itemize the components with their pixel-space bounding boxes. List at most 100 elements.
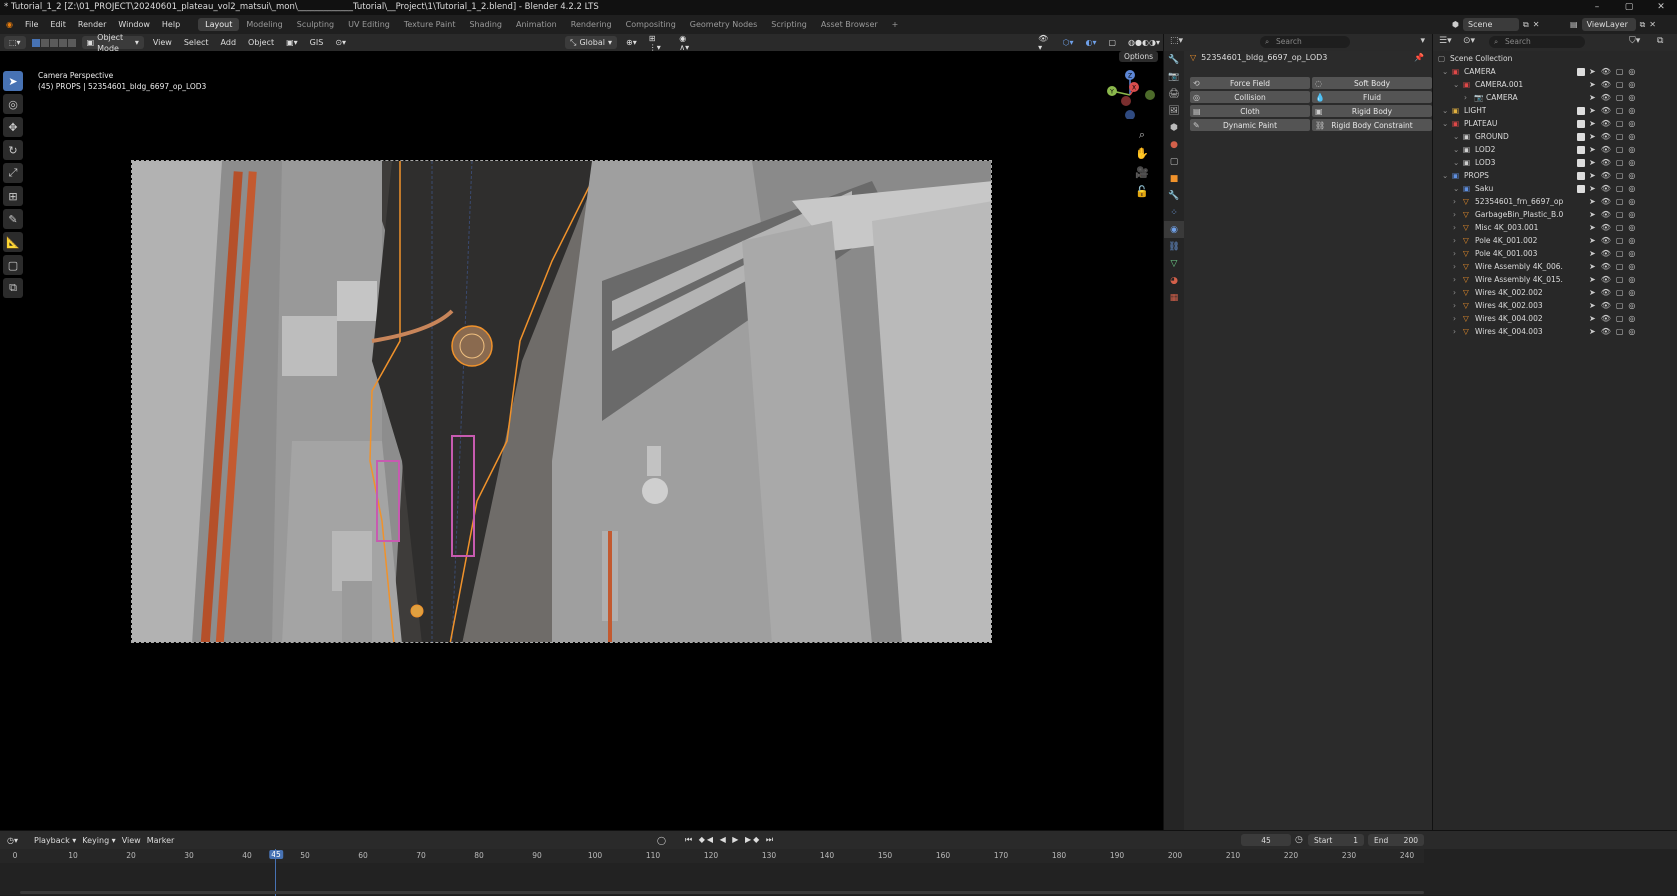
editor-type-icon[interactable]: ⬚▾: [4, 36, 26, 49]
exclude-checkbox[interactable]: [1577, 184, 1585, 193]
orientation-dropdown[interactable]: ⤡ Global ▾: [565, 36, 617, 49]
start-frame-field[interactable]: Start 1: [1308, 834, 1364, 846]
expand-arrow-icon[interactable]: ⌄: [1453, 184, 1459, 193]
visibility-toggles-icon[interactable]: ➤👁▢◎: [1589, 80, 1640, 89]
outliner-row[interactable]: › ▽ Wires 4K_004.002 ➤👁▢◎: [1433, 312, 1677, 325]
force-field-button[interactable]: ⟲ Force Field: [1190, 77, 1310, 89]
chevron-down-icon[interactable]: ▾: [1420, 36, 1425, 46]
scale-tool-icon[interactable]: ⤢: [3, 163, 23, 183]
tab-rendering[interactable]: Rendering: [564, 18, 619, 31]
tab-asset-browser[interactable]: Asset Browser: [814, 18, 885, 31]
tab-sculpting[interactable]: Sculpting: [290, 18, 341, 31]
zoom-icon[interactable]: ⌕: [1135, 128, 1149, 142]
maximize-button[interactable]: ▢: [1613, 0, 1645, 15]
expand-arrow-icon[interactable]: ›: [1453, 210, 1456, 219]
visibility-toggles-icon[interactable]: ➤👁▢◎: [1589, 262, 1640, 271]
outliner-row[interactable]: ⌄ ▣ LIGHT ➤👁▢◎: [1433, 104, 1677, 117]
exclude-checkbox[interactable]: [1577, 158, 1585, 167]
visibility-toggles-icon[interactable]: ➤👁▢◎: [1589, 158, 1640, 167]
transform-tool-icon[interactable]: ⊞: [3, 186, 23, 206]
tab-scripting[interactable]: Scripting: [764, 18, 814, 31]
display-mode-icon[interactable]: ⊙▾: [1463, 36, 1475, 46]
menu-view[interactable]: View: [150, 38, 175, 47]
expand-arrow-icon[interactable]: ⌄: [1442, 119, 1448, 128]
end-frame-field[interactable]: End 200: [1368, 834, 1424, 846]
outliner-row[interactable]: › 📷 CAMERA ➤👁▢◎: [1433, 91, 1677, 104]
expand-arrow-icon[interactable]: ›: [1453, 327, 1456, 336]
expand-arrow-icon[interactable]: ›: [1453, 223, 1456, 232]
outliner-row[interactable]: ⌄ ▣ Saku ➤👁▢◎: [1433, 182, 1677, 195]
render-tab-icon[interactable]: 📷: [1164, 68, 1184, 85]
particles-tab-icon[interactable]: ⁘: [1164, 204, 1184, 221]
visibility-toggles-icon[interactable]: ➤👁▢◎: [1589, 314, 1640, 323]
expand-arrow-icon[interactable]: ⌄: [1442, 171, 1448, 180]
visibility-toggles-icon[interactable]: ➤👁▢◎: [1589, 275, 1640, 284]
menu-add[interactable]: Add: [218, 38, 240, 47]
exclude-checkbox[interactable]: [1577, 145, 1585, 154]
outliner-search[interactable]: ⌕ Search: [1489, 36, 1585, 48]
timeline-scrollbar[interactable]: [20, 891, 1424, 894]
scene-field[interactable]: Scene: [1462, 18, 1519, 31]
scene-tab-icon[interactable]: ⬢: [1164, 119, 1184, 136]
fluid-button[interactable]: 💧 Fluid: [1312, 91, 1432, 103]
output-tab-icon[interactable]: 🖨: [1164, 85, 1184, 102]
editor-type-icon[interactable]: ◷▾: [4, 836, 21, 845]
options-button[interactable]: Options: [1119, 51, 1158, 62]
outliner-row[interactable]: › ▽ Wires 4K_002.002 ➤👁▢◎: [1433, 286, 1677, 299]
expand-arrow-icon[interactable]: ›: [1453, 249, 1456, 258]
expand-arrow-icon[interactable]: ›: [1453, 275, 1456, 284]
visibility-toggles-icon[interactable]: ➤👁▢◎: [1589, 249, 1640, 258]
menu-render[interactable]: Render: [72, 20, 112, 29]
delete-scene-icon[interactable]: ✕: [1533, 20, 1540, 29]
select-tool-icon[interactable]: ➤: [3, 71, 23, 91]
texture-tab-icon[interactable]: ▦: [1164, 289, 1184, 306]
snap-icon[interactable]: ⊞ ⋮▾: [646, 34, 671, 52]
xray-icon[interactable]: ▢: [1105, 38, 1119, 47]
exclude-checkbox[interactable]: [1577, 67, 1585, 76]
navigation-gizmo[interactable]: Z Y X: [1100, 67, 1160, 119]
visibility-icon[interactable]: 👁▾: [1035, 34, 1053, 52]
dynamic-paint-button[interactable]: ✎ Dynamic Paint: [1190, 119, 1310, 131]
record-icon[interactable]: ◯: [654, 836, 669, 845]
expand-arrow-icon[interactable]: ›: [1453, 197, 1456, 206]
soft-body-button[interactable]: ◌ Soft Body: [1312, 77, 1432, 89]
extra-menu-icon[interactable]: ⊙▾: [332, 38, 349, 47]
rotate-tool-icon[interactable]: ↻: [3, 140, 23, 160]
exclude-checkbox[interactable]: [1577, 119, 1585, 128]
new-collection-icon[interactable]: ⧉: [1657, 36, 1663, 46]
menu-view[interactable]: View: [119, 836, 144, 845]
new-scene-icon[interactable]: ⧉: [1523, 20, 1529, 30]
menu-playback[interactable]: Playback ▾: [31, 836, 79, 845]
tab-shading[interactable]: Shading: [462, 18, 509, 31]
rigid-body-button[interactable]: ▣ Rigid Body: [1312, 105, 1432, 117]
cloth-button[interactable]: ▤ Cloth: [1190, 105, 1310, 117]
tab-modeling[interactable]: Modeling: [239, 18, 289, 31]
minimize-button[interactable]: –: [1581, 0, 1613, 15]
tab-uv-editing[interactable]: UV Editing: [341, 18, 397, 31]
visibility-toggles-icon[interactable]: ➤👁▢◎: [1589, 223, 1640, 232]
close-button[interactable]: ✕: [1645, 0, 1677, 15]
data-tab-icon[interactable]: ▽: [1164, 255, 1184, 272]
tab-compositing[interactable]: Compositing: [619, 18, 683, 31]
new-viewlayer-icon[interactable]: ⧉: [1640, 20, 1646, 30]
visibility-toggles-icon[interactable]: ➤👁▢◎: [1589, 301, 1640, 310]
tab-layout[interactable]: Layout: [198, 18, 240, 31]
object-data-icon[interactable]: ▣▾: [283, 38, 301, 47]
outliner-row[interactable]: ⌄ ▣ CAMERA ➤👁▢◎: [1433, 65, 1677, 78]
expand-arrow-icon[interactable]: ⌄: [1453, 145, 1459, 154]
modifier-tab-icon[interactable]: 🔧: [1164, 187, 1184, 204]
pan-hand-icon[interactable]: ✋: [1135, 147, 1149, 161]
visibility-toggles-icon[interactable]: ➤👁▢◎: [1589, 145, 1640, 154]
visibility-toggles-icon[interactable]: ➤👁▢◎: [1589, 67, 1640, 76]
collision-button[interactable]: ◎ Collision: [1190, 91, 1310, 103]
current-frame-indicator[interactable]: 45: [269, 850, 283, 859]
outliner-row[interactable]: ⌄ ▣ LOD2 ➤👁▢◎: [1433, 143, 1677, 156]
tab-texture-paint[interactable]: Texture Paint: [397, 18, 463, 31]
expand-arrow-icon[interactable]: ⌄: [1442, 67, 1448, 76]
exclude-checkbox[interactable]: [1577, 106, 1585, 115]
outliner-row[interactable]: › ▽ Pole 4K_001.002 ➤👁▢◎: [1433, 234, 1677, 247]
outliner-row[interactable]: › ▽ GarbageBin_Plastic_B.0 ➤👁▢◎: [1433, 208, 1677, 221]
outliner-row[interactable]: › ▽ 52354601_frn_6697_op ➤👁▢◎: [1433, 195, 1677, 208]
frame-ruler[interactable]: 0 10 20 30 40 50 60 70 80 90 100 110 120 130 140 150 160…: [0, 849, 1424, 863]
visibility-toggles-icon[interactable]: ➤👁▢◎: [1589, 171, 1640, 180]
